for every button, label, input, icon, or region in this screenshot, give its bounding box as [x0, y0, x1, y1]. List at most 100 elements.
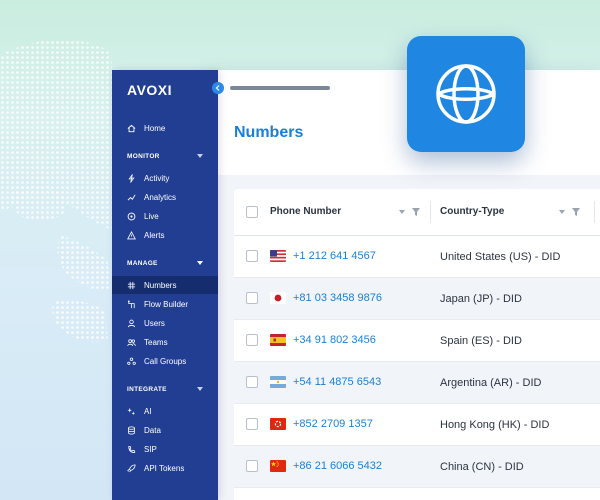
column-divider: [430, 201, 431, 223]
chevron-down-icon: [197, 387, 203, 391]
sidebar-item-label: Live: [144, 211, 159, 221]
database-icon: [128, 425, 135, 434]
sidebar-item-live[interactable]: Live: [112, 207, 218, 225]
section-label: MANAGE: [127, 259, 158, 267]
sidebar-item-label: Teams: [144, 337, 168, 347]
filter-icon[interactable]: [412, 207, 420, 216]
row-checkbox[interactable]: [246, 249, 258, 262]
collapse-sidebar-button[interactable]: [212, 82, 224, 94]
numbers-table-card: Phone Number Country-Type +1 212 641 456…: [234, 189, 600, 500]
flow-icon: [127, 299, 135, 308]
horizontal-scrollbar[interactable]: [230, 86, 330, 90]
sidebar-item-label: Data: [144, 425, 161, 435]
filter-icon[interactable]: [572, 207, 580, 216]
sidebar-item-data[interactable]: Data: [112, 421, 218, 439]
column-phone-number[interactable]: Phone Number: [270, 189, 430, 235]
table-row[interactable]: +1 212 641 4567 United States (US) - DID: [234, 235, 600, 277]
ar-flag-icon: [270, 376, 286, 388]
row-checkbox[interactable]: [246, 417, 258, 430]
section-label: INTEGRATE: [127, 385, 167, 393]
sidebar-item-teams[interactable]: Teams: [112, 333, 218, 351]
section-monitor[interactable]: MONITOR: [112, 149, 218, 163]
sidebar-item-call-groups[interactable]: Call Groups: [112, 352, 218, 370]
live-icon: [127, 212, 136, 220]
numbers-table: Phone Number Country-Type +1 212 641 456…: [234, 189, 600, 488]
sparkle-icon: [127, 407, 136, 415]
sidebar-item-label: Users: [144, 318, 165, 328]
row-checkbox[interactable]: [246, 333, 258, 346]
sidebar-item-activity[interactable]: Activity: [112, 169, 218, 187]
globe-tile: [407, 36, 525, 152]
sidebar-item-analytics[interactable]: Analytics: [112, 188, 218, 206]
section-integrate[interactable]: INTEGRATE: [112, 382, 218, 396]
sort-caret-icon[interactable]: [559, 209, 565, 214]
rocket-icon: [127, 463, 136, 472]
jp-flag-icon: [270, 292, 286, 304]
chevron-down-icon: [197, 261, 203, 265]
alert-icon: [127, 230, 136, 239]
sidebar: AVOXI Home MONITOR Activity Analytics Li…: [112, 70, 224, 500]
country-type: Spain (ES) - DID: [440, 335, 522, 347]
call-groups-icon: [127, 357, 136, 365]
country-type: Argentina (AR) - DID: [440, 377, 542, 389]
phone-number-link[interactable]: +34 91 802 3456: [293, 334, 376, 346]
avoxi-logo[interactable]: AVOXI: [127, 82, 172, 98]
home-icon: [127, 124, 136, 132]
phone-number-link[interactable]: +81 03 3458 9876: [293, 292, 382, 304]
sidebar-item-label: Numbers: [144, 280, 177, 290]
hash-icon: [127, 281, 136, 289]
chevron-down-icon: [197, 154, 203, 158]
sidebar-item-label: API Tokens: [144, 463, 185, 473]
column-header-label: Country-Type: [440, 206, 505, 218]
sidebar-item-alerts[interactable]: Alerts: [112, 226, 218, 244]
table-row[interactable]: +34 91 802 3456 Spain (ES) - DID: [234, 319, 600, 361]
country-type: United States (US) - DID: [440, 251, 561, 263]
sidebar-item-label: Alerts: [144, 230, 165, 240]
table-row[interactable]: +81 03 3458 9876 Japan (JP) - DID: [234, 277, 600, 319]
sidebar-item-users[interactable]: Users: [112, 314, 218, 332]
section-label: MONITOR: [127, 152, 160, 160]
sidebar-item-label: Home: [144, 123, 166, 133]
column-country-type[interactable]: Country-Type: [430, 189, 600, 235]
sidebar-item-flow-builder[interactable]: Flow Builder: [112, 295, 218, 313]
team-icon: [127, 338, 136, 346]
sidebar-item-numbers[interactable]: Numbers: [112, 276, 218, 294]
select-all-cell: [234, 189, 270, 235]
row-checkbox[interactable]: [246, 375, 258, 388]
row-checkbox[interactable]: [246, 291, 258, 304]
country-type: Hong Kong (HK) - DID: [440, 419, 550, 431]
sidebar-item-sip[interactable]: SIP: [112, 440, 218, 458]
es-flag-icon: [270, 334, 286, 346]
phone-number-link[interactable]: +54 11 4875 6543: [293, 376, 381, 388]
row-checkbox[interactable]: [246, 459, 258, 472]
sidebar-item-label: AI: [144, 406, 152, 416]
sort-caret-icon[interactable]: [399, 209, 405, 214]
phone-number-link[interactable]: +852 2709 1357: [293, 418, 373, 430]
sidebar-item-label: Flow Builder: [144, 299, 189, 309]
table-row[interactable]: +852 2709 1357 Hong Kong (HK) - DID: [234, 403, 600, 445]
sidebar-item-label: Activity: [144, 173, 170, 183]
page-title: Numbers: [234, 124, 304, 141]
column-header-label: Phone Number: [270, 206, 342, 218]
chevron-left-icon: [215, 85, 220, 91]
phone-number-link[interactable]: +1 212 641 4567: [293, 250, 376, 262]
analytics-icon: [127, 194, 136, 201]
hk-flag-icon: [270, 418, 286, 430]
table-row[interactable]: +86 21 6066 5432 China (CN) - DID: [234, 445, 600, 487]
sidebar-item-api-tokens[interactable]: API Tokens: [112, 459, 218, 477]
sidebar-item-ai[interactable]: AI: [112, 402, 218, 420]
sidebar-item-home[interactable]: Home: [112, 119, 218, 137]
section-manage[interactable]: MANAGE: [112, 256, 218, 270]
main-panel: Numbers Phone Number Country-Type +1 212…: [205, 70, 600, 500]
country-type: China (CN) - DID: [440, 461, 524, 473]
country-type: Japan (JP) - DID: [440, 293, 522, 305]
globe-icon: [436, 64, 496, 124]
table-header-row: Phone Number Country-Type: [234, 189, 600, 235]
phone-number-link[interactable]: +86 21 6066 5432: [293, 460, 382, 472]
sidebar-item-label: Analytics: [144, 192, 177, 202]
table-row[interactable]: +54 11 4875 6543 Argentina (AR) - DID: [234, 361, 600, 403]
select-all-checkbox[interactable]: [246, 205, 258, 218]
user-icon: [127, 319, 136, 327]
sidebar-item-label: Call Groups: [144, 356, 187, 366]
us-flag-icon: [270, 250, 286, 262]
